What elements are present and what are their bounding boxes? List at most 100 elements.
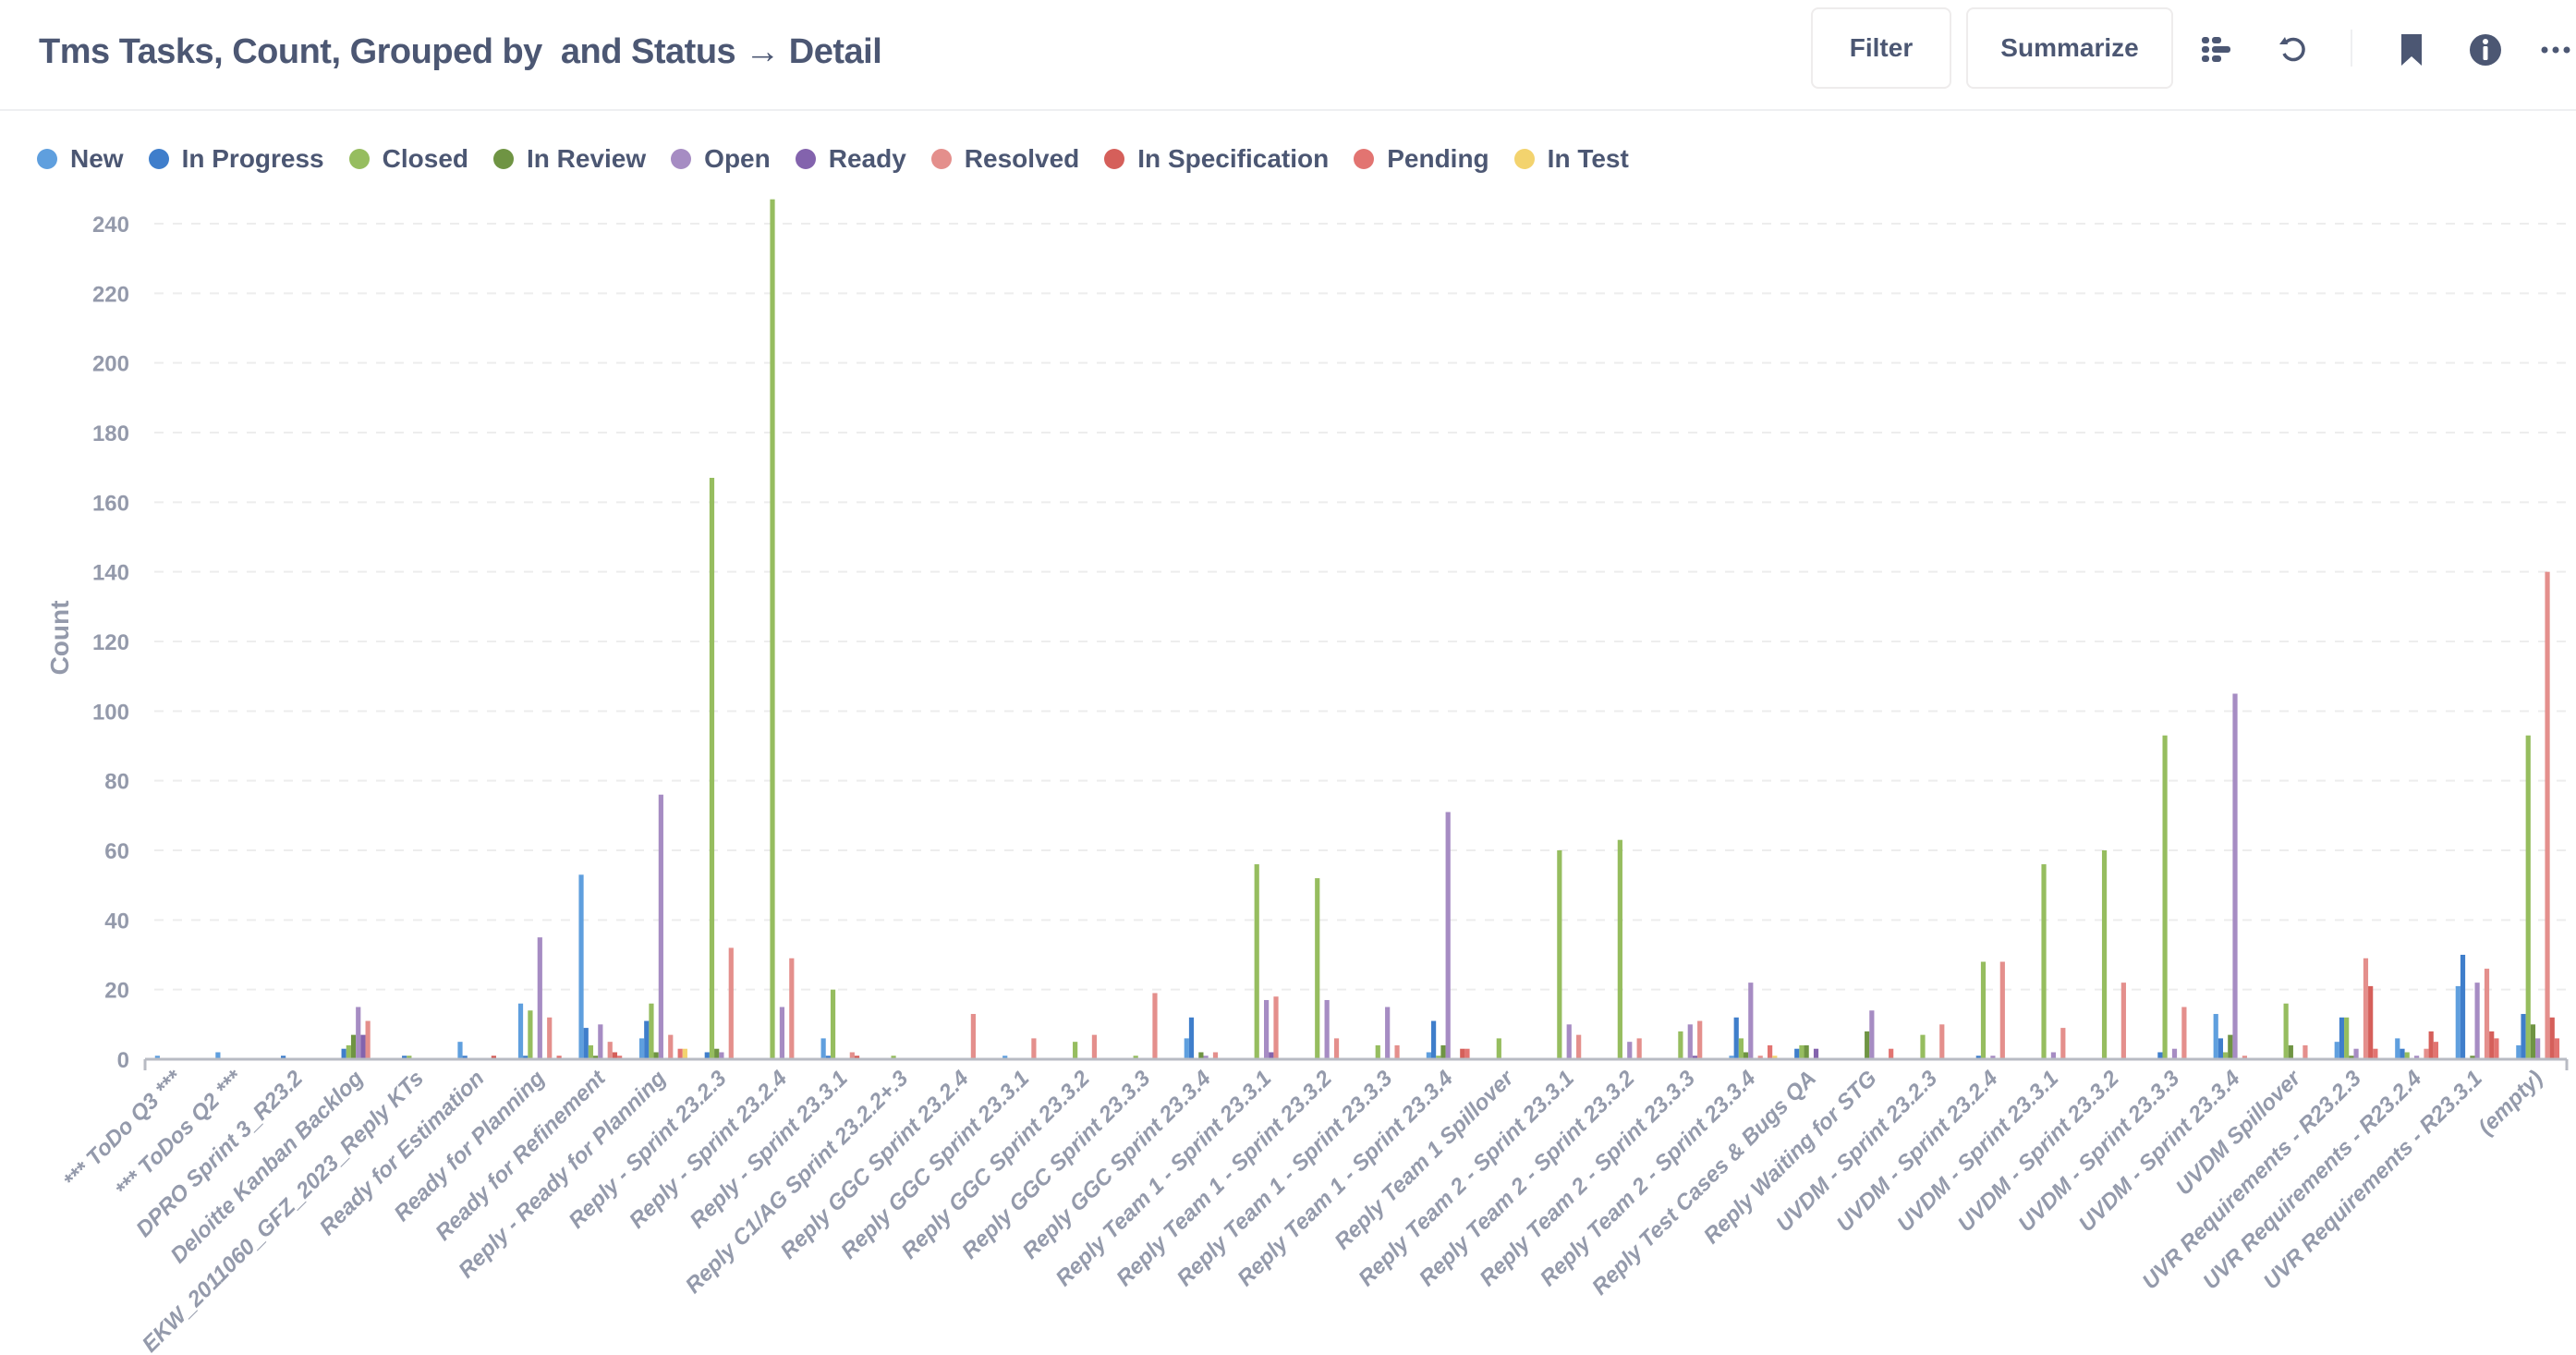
bar	[2283, 1003, 2289, 1059]
bar	[638, 1038, 645, 1059]
bar	[728, 947, 734, 1059]
x-tick-label: UVR Requirements - R23.3.1	[2259, 1066, 2487, 1294]
bookmark-icon[interactable]	[2393, 31, 2430, 68]
y-tick-label: 120	[92, 630, 129, 655]
bar	[1799, 1044, 1804, 1059]
bar	[547, 1017, 553, 1059]
info-icon[interactable]	[2467, 31, 2504, 68]
bar	[1804, 1044, 1809, 1059]
bar	[1697, 1020, 1703, 1059]
bar	[677, 1048, 683, 1059]
bar	[1031, 1038, 1037, 1059]
y-tick-label: 80	[104, 770, 129, 795]
bar	[350, 1034, 357, 1059]
bar	[779, 1007, 785, 1059]
y-tick-label: 160	[92, 491, 129, 516]
bar	[2120, 983, 2126, 1059]
bar	[2363, 958, 2369, 1059]
refresh-icon[interactable]	[2275, 31, 2312, 68]
bar	[1627, 1042, 1633, 1059]
filter-button[interactable]: Filter	[1811, 7, 1951, 89]
bar	[2424, 1048, 2429, 1059]
bar	[2484, 969, 2490, 1059]
legend-label: In Specification	[1137, 144, 1330, 173]
bar	[1091, 1034, 1098, 1059]
bar	[2218, 1038, 2224, 1059]
page-title: Tms Tasks, Count, Grouped by and Status …	[39, 32, 882, 71]
bar	[1496, 1038, 1501, 1059]
x-tick-label: UVR Requirements - R23.2.3	[2138, 1066, 2367, 1295]
x-tick-label: (empty)	[2473, 1066, 2547, 1140]
bar	[1184, 1038, 1189, 1059]
bar	[2232, 693, 2238, 1059]
bar	[1385, 1007, 1391, 1059]
legend-item[interactable]: New	[37, 144, 124, 174]
more-icon[interactable]	[2539, 31, 2576, 68]
legend-item[interactable]: Ready	[795, 144, 906, 174]
legend-item[interactable]: In Progress	[148, 144, 324, 174]
bar	[1152, 993, 1158, 1059]
toolbar-divider	[2351, 30, 2352, 67]
bar	[2368, 985, 2374, 1059]
legend-item[interactable]: Resolved	[930, 144, 1080, 174]
y-tick-label: 180	[92, 421, 129, 446]
bar	[1254, 864, 1259, 1059]
bar	[1889, 1048, 1894, 1059]
legend-item[interactable]: Closed	[348, 144, 468, 174]
bar	[2516, 1044, 2521, 1059]
chart-legend: New In Progress Closed In Review Open Ready Re…	[37, 140, 1654, 177]
bar	[2460, 955, 2466, 1059]
bar	[1636, 1038, 1642, 1059]
bar	[360, 1034, 366, 1059]
bar	[2530, 1024, 2536, 1059]
bar	[1687, 1024, 1693, 1059]
bar	[970, 1014, 976, 1059]
legend-dot-icon	[1354, 149, 1375, 169]
bar	[578, 874, 584, 1059]
bar	[356, 1007, 361, 1059]
bar	[709, 477, 715, 1059]
bar	[2433, 1042, 2438, 1059]
bar	[2535, 1038, 2541, 1059]
legend-dot-icon	[1513, 149, 1535, 169]
legend-label: Resolved	[964, 144, 1080, 173]
bar	[1748, 983, 1754, 1059]
bar	[1273, 996, 1279, 1059]
legend-item[interactable]: Pending	[1354, 144, 1489, 174]
bar	[517, 1003, 524, 1059]
bar	[341, 1048, 346, 1059]
bar	[2303, 1044, 2308, 1059]
bar	[644, 1020, 650, 1059]
legend-item[interactable]: In Test	[1513, 144, 1629, 174]
bar	[2428, 1031, 2434, 1059]
bar	[1073, 1042, 1078, 1059]
bar	[2549, 1017, 2555, 1059]
legend-item[interactable]: In Specification	[1104, 144, 1329, 174]
y-tick-label: 220	[92, 282, 129, 307]
legend-item[interactable]: Open	[671, 144, 771, 174]
bar	[1733, 1017, 1739, 1059]
list-view-icon[interactable]	[2199, 31, 2236, 68]
y-tick-label: 60	[104, 839, 129, 864]
bar	[2373, 1048, 2378, 1059]
bar	[2521, 1014, 2526, 1059]
y-tick-label: 100	[92, 700, 129, 725]
bar	[1445, 812, 1451, 1059]
bar	[1738, 1038, 1744, 1059]
bar-chart: 020406080100120140160180200220240Count**…	[45, 199, 2569, 1355]
legend-dot-icon	[795, 149, 816, 169]
summarize-button[interactable]: Summarize	[1966, 7, 2173, 89]
bar	[2041, 864, 2047, 1059]
x-tick-label: EKW_2011060_GFZ_2023_Reply KTs	[138, 1066, 429, 1355]
bar	[1768, 1044, 1773, 1059]
legend-item[interactable]: In Review	[493, 144, 646, 174]
bar	[820, 1038, 826, 1059]
bar	[2494, 1038, 2499, 1059]
bar	[2474, 983, 2480, 1059]
legend-label: In Progress	[181, 144, 324, 173]
y-tick-label: 0	[117, 1048, 129, 1073]
bar	[1315, 878, 1320, 1059]
bar	[2455, 985, 2461, 1059]
bar	[2545, 571, 2550, 1059]
legend-dot-icon	[671, 149, 692, 169]
